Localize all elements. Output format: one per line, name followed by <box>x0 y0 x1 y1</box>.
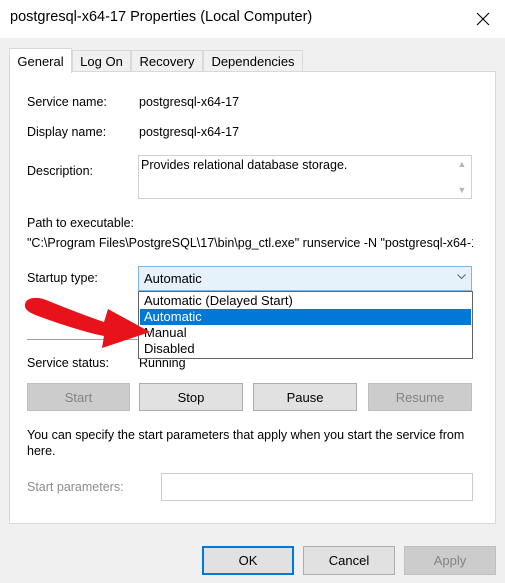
tab-general[interactable]: General <box>9 48 72 73</box>
apply-button[interactable]: Apply <box>404 546 496 575</box>
option-automatic[interactable]: Automatic <box>140 309 471 325</box>
window-title: postgresql-x64-17 Properties (Local Comp… <box>10 9 313 25</box>
description-text: Provides relational database storage. <box>141 158 348 172</box>
startup-type-dropdown: Automatic (Delayed Start) Automatic Manu… <box>138 291 473 359</box>
option-manual[interactable]: Manual <box>140 325 471 341</box>
startup-type-label: Startup type: <box>27 271 98 285</box>
start-button[interactable]: Start <box>27 383 130 411</box>
scroll-down-icon[interactable]: ▼ <box>456 184 468 196</box>
close-icon <box>476 12 490 26</box>
description-field[interactable]: Provides relational database storage. ▲ … <box>138 155 472 199</box>
service-status-label: Service status: <box>27 356 109 370</box>
stop-button[interactable]: Stop <box>139 383 243 411</box>
close-button[interactable] <box>461 0 505 38</box>
start-parameters-input[interactable] <box>161 473 473 501</box>
display-name-value: postgresql-x64-17 <box>139 125 240 139</box>
resume-button[interactable]: Resume <box>368 383 472 411</box>
title-bar: postgresql-x64-17 Properties (Local Comp… <box>0 0 505 38</box>
tab-recovery[interactable]: Recovery <box>131 50 203 71</box>
start-parameters-label: Start parameters: <box>27 480 124 494</box>
startup-type-value: Automatic <box>144 271 202 286</box>
chevron-down-icon <box>455 271 467 285</box>
scroll-up-icon[interactable]: ▲ <box>456 158 468 170</box>
option-automatic-delayed[interactable]: Automatic (Delayed Start) <box>140 293 471 309</box>
path-value: "C:\Program Files\PostgreSQL\17\bin\pg_c… <box>27 236 473 250</box>
description-label: Description: <box>27 164 93 178</box>
path-label: Path to executable: <box>27 216 135 230</box>
cancel-button[interactable]: Cancel <box>303 546 395 575</box>
service-name-label: Service name: <box>27 95 107 109</box>
pause-button[interactable]: Pause <box>253 383 357 411</box>
service-name-value: postgresql-x64-17 <box>139 95 240 109</box>
startup-type-select[interactable]: Automatic <box>138 266 472 291</box>
option-disabled[interactable]: Disabled <box>140 341 471 357</box>
display-name-label: Display name: <box>27 125 107 139</box>
red-arrow-icon <box>24 297 150 348</box>
tab-dependencies[interactable]: Dependencies <box>203 50 303 71</box>
tab-log-on[interactable]: Log On <box>72 50 131 71</box>
ok-button[interactable]: OK <box>202 546 294 575</box>
start-parameters-hint: You can specify the start parameters tha… <box>27 428 465 458</box>
